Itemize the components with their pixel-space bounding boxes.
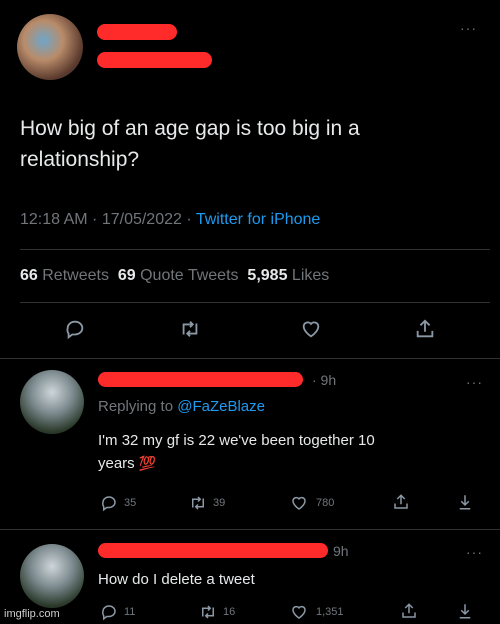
tweet-source-link[interactable]: Twitter for iPhone <box>196 211 321 228</box>
reply-icon[interactable] <box>100 494 118 512</box>
redacted-reply-author <box>98 543 328 558</box>
replying-to: Replying to @FaZeBlaze <box>98 398 265 415</box>
reply-text: How do I delete a tweet <box>98 571 255 588</box>
reply-count: 11 <box>124 606 136 618</box>
more-options-icon[interactable]: ··· <box>466 544 483 560</box>
quote-tweets-stat[interactable]: 69 Quote Tweets <box>118 267 239 284</box>
download-icon[interactable] <box>456 493 474 511</box>
reply-avatar[interactable] <box>20 544 84 608</box>
retweet-count: 16 <box>223 606 236 618</box>
share-icon[interactable] <box>400 602 418 620</box>
divider <box>0 529 500 530</box>
tweet-timestamp: 12:18 AM · 17/05/2022 · <box>20 211 196 228</box>
retweet-icon[interactable] <box>178 318 202 340</box>
reply-icon[interactable] <box>100 603 118 621</box>
reply-text: I'm 32 my gf is 22 we've been together 1… <box>98 432 375 472</box>
share-icon[interactable] <box>392 493 410 511</box>
author-avatar[interactable] <box>17 14 83 80</box>
like-icon[interactable] <box>290 494 308 512</box>
divider <box>20 302 490 303</box>
replying-to-handle[interactable]: @FaZeBlaze <box>177 398 265 415</box>
reply-icon[interactable] <box>64 318 86 340</box>
like-count: 780 <box>316 497 335 509</box>
more-options-icon[interactable]: ··· <box>466 374 483 390</box>
retweet-count: 39 <box>213 497 226 509</box>
share-icon[interactable] <box>414 318 436 340</box>
download-icon[interactable] <box>456 602 474 620</box>
more-options-icon[interactable]: ··· <box>460 20 477 36</box>
like-icon[interactable] <box>290 603 308 621</box>
like-icon[interactable] <box>300 318 322 340</box>
reply-count: 35 <box>124 497 137 509</box>
reply-age: · 9h <box>312 372 337 388</box>
imgflip-watermark: imgflip.com <box>4 608 60 620</box>
redacted-username <box>97 52 212 68</box>
likes-stat[interactable]: 5,985 Likes <box>247 267 329 284</box>
retweet-icon[interactable] <box>188 494 208 512</box>
like-count: 1,351 <box>316 606 344 618</box>
divider <box>0 358 500 359</box>
retweets-stat[interactable]: 66 Retweets <box>20 267 109 284</box>
hundred-emoji-icon: 💯 <box>138 455 157 471</box>
tweet-stats: 66 Retweets 69 Quote Tweets 5,985 Likes <box>20 267 329 285</box>
redacted-display-name <box>97 24 177 40</box>
reply-avatar[interactable] <box>20 370 84 434</box>
tweet-text: How big of an age gap is too big in a re… <box>20 117 360 171</box>
retweet-icon[interactable] <box>198 603 218 621</box>
reply-age: 9h <box>333 543 349 559</box>
redacted-reply-author <box>98 372 303 387</box>
tweet-meta: 12:18 AM · 17/05/2022 · Twitter for iPho… <box>20 211 320 229</box>
divider <box>20 249 490 250</box>
